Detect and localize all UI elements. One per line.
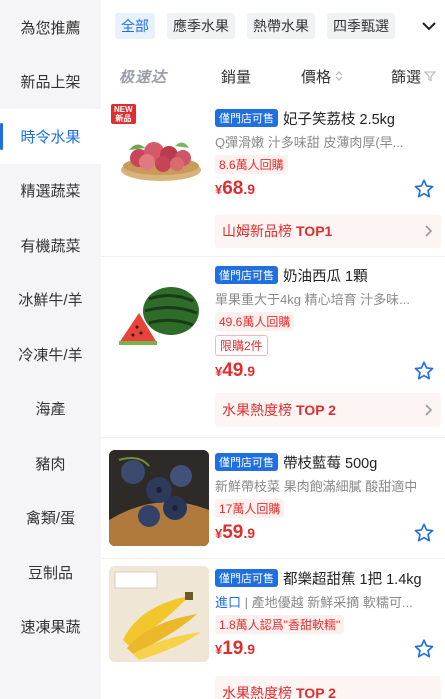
sort-price-label: 價格	[301, 68, 332, 86]
repurchase-count-pill: 49.6萬人回購	[215, 312, 295, 331]
ranking-label: 水果熱度榜	[222, 685, 292, 699]
sidebar-item-organic-vegetables[interactable]: 有機蔬菜	[0, 218, 101, 273]
favorite-star-icon[interactable]	[413, 522, 435, 544]
product-image-banana[interactable]	[109, 566, 209, 662]
ranking-top: TOP1	[296, 223, 333, 239]
sidebar-item-recommended[interactable]: 為您推薦	[0, 0, 101, 55]
sort-by-price[interactable]: 價格	[301, 66, 344, 87]
sidebar-item-selected-vegetables[interactable]: 精選蔬菜	[0, 164, 101, 219]
product-price: ¥19.9	[215, 638, 256, 659]
filter-label: 篩選	[391, 68, 422, 86]
store-only-badge: 僅門店可售	[215, 569, 278, 587]
sidebar-item-label: 冰鮮牛/羊	[18, 292, 83, 310]
ranking-banner[interactable]: 山姆新品榜 TOP1	[215, 214, 441, 248]
express-delivery-logo: 极速达	[119, 68, 168, 86]
sidebar-item-new-arrivals[interactable]: 新品上架	[0, 55, 101, 110]
product-card[interactable]: 僅門店可售 都樂超甜蕉 1把 1.4kg 進口 | 產地優越 新鮮采摘 軟糯可.…	[101, 566, 445, 699]
sidebar-item-label: 速凍果蔬	[20, 619, 81, 637]
chevron-right-icon	[425, 225, 433, 237]
product-description: 新鮮帶枝菜 果肉飽滿細膩 酸甜適中	[215, 479, 418, 493]
ranking-top: TOP 2	[296, 685, 336, 699]
filter-funnel-icon	[424, 71, 437, 82]
subcategory-tabs: 全部 應季水果 熱帶水果 四季甄選	[101, 0, 445, 52]
sidebar-item-pork[interactable]: 豬肉	[0, 436, 101, 491]
ranking-label: 水果熱度榜	[222, 402, 292, 418]
product-image-watermelon[interactable]	[109, 263, 209, 359]
tab-seasonal-fruit[interactable]: 應季水果	[167, 13, 235, 39]
ranking-banner[interactable]: 水果熱度榜 TOP 2	[215, 393, 441, 427]
sidebar-item-seasonal-fruit[interactable]: 時令水果	[0, 109, 101, 164]
sidebar-item-chilled-beef-lamb[interactable]: 冰鮮牛/羊	[0, 273, 101, 328]
favorite-star-icon[interactable]	[413, 360, 435, 382]
new-product-tag: NEW 新品	[111, 104, 136, 124]
sidebar-item-label: 有機蔬菜	[20, 237, 81, 255]
tab-tropical-fruit[interactable]: 熱帶水果	[247, 13, 315, 39]
ranking-label: 山姆新品榜	[222, 223, 292, 239]
product-description: 單果重大于4kg 精心培育 汁多味...	[215, 292, 411, 306]
product-card[interactable]: 僅門店可售 帶枝藍莓 500g 新鮮帶枝菜 果肉飽滿細膩 酸甜適中 17萬人回購…	[101, 450, 445, 550]
product-title[interactable]: 妃子笑荔枝 2.5kg	[283, 108, 395, 128]
repurchase-count-pill: 17萬人回購	[215, 499, 285, 518]
chevron-right-icon	[425, 404, 433, 416]
product-title[interactable]: 帶枝藍莓 500g	[283, 452, 377, 472]
sidebar-item-label: 海產	[35, 401, 66, 419]
sidebar-item-poultry-eggs[interactable]: 禽類/蛋	[0, 491, 101, 546]
product-price: ¥49.9	[215, 360, 256, 381]
product-price: ¥59.9	[215, 522, 256, 543]
sidebar-item-label: 時令水果	[20, 128, 81, 146]
product-card[interactable]: 僅門店可售 奶油西瓜 1顆 單果重大于4kg 精心培育 汁多味... 49.6萬…	[101, 263, 445, 433]
tab-four-seasons-selection[interactable]: 四季甄選	[327, 13, 395, 39]
chevron-down-icon[interactable]	[419, 16, 439, 36]
favorite-star-icon[interactable]	[413, 178, 435, 200]
sidebar-item-soy-products[interactable]: 豆制品	[0, 545, 101, 600]
store-only-badge: 僅門店可售	[215, 109, 278, 127]
filter-button[interactable]: 篩選	[391, 66, 437, 87]
sidebar-item-seafood[interactable]: 海產	[0, 382, 101, 437]
product-description: Q彈滑嫩 汁多味甜 皮薄肉厚(早...	[215, 135, 404, 149]
sidebar-item-label: 禽類/蛋	[25, 510, 76, 528]
sidebar-item-frozen-produce[interactable]: 速凍果蔬	[0, 600, 101, 655]
review-highlight-pill: 1.8萬人認爲"香甜軟糯"	[215, 615, 345, 634]
sidebar-item-label: 豬肉	[35, 455, 66, 473]
ranking-top: TOP 2	[296, 402, 336, 418]
store-only-badge: 僅門店可售	[215, 266, 278, 284]
category-sidebar: 為您推薦 新品上架 時令水果 精選蔬菜 有機蔬菜 冰鮮牛/羊 冷凍牛/羊 海產 …	[0, 0, 101, 699]
sidebar-item-label: 豆制品	[27, 564, 73, 582]
sidebar-item-label: 精選蔬菜	[20, 183, 81, 201]
store-only-badge: 僅門店可售	[215, 453, 278, 471]
product-image-blueberry[interactable]	[109, 450, 209, 546]
product-title[interactable]: 都樂超甜蕉 1把 1.4kg	[283, 568, 422, 588]
purchase-limit-pill: 限購2件	[215, 335, 268, 356]
sidebar-item-label: 為您推薦	[20, 19, 81, 37]
ranking-banner[interactable]: 水果熱度榜 TOP 2	[215, 676, 441, 699]
sidebar-item-label: 冷凍牛/羊	[18, 346, 83, 364]
sort-arrows-icon	[335, 71, 343, 81]
tab-all[interactable]: 全部	[115, 13, 155, 39]
sidebar-item-frozen-beef-lamb[interactable]: 冷凍牛/羊	[0, 327, 101, 382]
repurchase-count-pill: 8.6萬人回購	[215, 155, 288, 174]
divider	[101, 558, 445, 559]
origin-tag: 進口	[215, 595, 242, 609]
favorite-star-icon[interactable]	[413, 638, 435, 660]
divider	[101, 256, 445, 257]
sort-bar: 极速达 銷量 價格 篩選	[101, 56, 445, 96]
product-description: 進口 | 產地優越 新鮮采摘 軟糯可...	[215, 595, 413, 609]
sort-by-sales[interactable]: 銷量	[221, 66, 251, 87]
product-price: ¥68.9	[215, 178, 256, 199]
sidebar-item-label: 新品上架	[20, 74, 81, 92]
divider	[101, 437, 445, 438]
product-card[interactable]: NEW 新品 僅門店可售 妃子笑荔枝 2.5kg Q彈滑嫩 汁多味甜 皮薄肉厚(…	[101, 102, 445, 254]
product-image-lychee[interactable]: NEW 新品	[109, 102, 209, 198]
product-title[interactable]: 奶油西瓜 1顆	[283, 265, 368, 285]
